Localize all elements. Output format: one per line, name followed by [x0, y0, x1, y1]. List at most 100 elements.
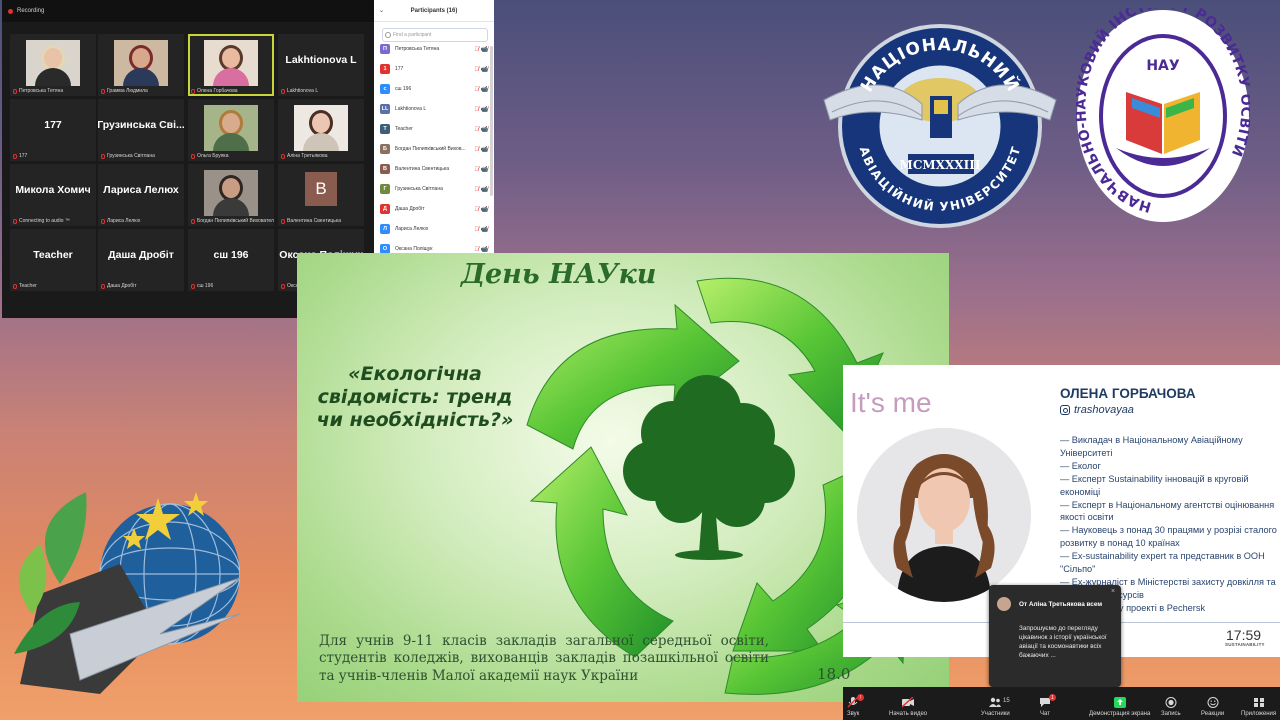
video-tile[interactable]: Аліна Третьякова [278, 99, 364, 161]
tile-label-text: Teacher [19, 283, 37, 289]
control-chat[interactable]: 1 Чат [1039, 687, 1056, 720]
chat-icon: 1 [1039, 694, 1056, 708]
close-icon[interactable]: × [1111, 588, 1115, 595]
tile-label: Connecting to audio ™ [13, 218, 70, 224]
muted-mic-video-icon: 🎙̸ 📹̸ [474, 226, 488, 233]
video-tile[interactable]: Даша Дробіт Даша Дробіт [98, 229, 184, 291]
participant-name: Teacher [395, 126, 413, 132]
control-label: Звук [847, 711, 860, 717]
video-tile[interactable]: Ольга Бруяка [188, 99, 274, 161]
tile-label-text: Петровська Тетяна [19, 88, 64, 94]
control-record[interactable]: Запись [1161, 687, 1181, 720]
muted-mic-video-icon: 🎙̸ 📹̸ [474, 206, 488, 213]
nau-emblem-logo: MCMXXXIII НАЦІОНАЛЬНИЙ АВІАЦІЙНИЙ УНІВЕР… [823, 24, 1057, 228]
apps-icon [1253, 697, 1265, 708]
muted-mic-video-icon: 🎙̸ 📹̸ [474, 166, 488, 173]
chat-notification[interactable]: От Аліна Третьякова всем × Запрошуємо до… [989, 585, 1121, 687]
participants-scrollbar[interactable] [490, 46, 493, 196]
participant-row[interactable]: Г Грузинська Світлана 🎙̸ 📹̸ [380, 180, 488, 198]
tile-label-text: Богдан Пилипківський Вихователь [197, 218, 274, 224]
tile-label: Аліна Третьякова [281, 153, 327, 159]
video-tile[interactable]: Грузинська Сві... Грузинська Світлана [98, 99, 184, 161]
presenter-portrait-graphic [857, 428, 1031, 602]
recording-icon [8, 8, 13, 14]
control-label: Участники [981, 711, 1010, 717]
slide-question: «Екологічна свідомість: тренд чи необхід… [316, 363, 514, 431]
video-tile[interactable]: сш 196 сш 196 [188, 229, 274, 291]
participant-row[interactable]: Б Богдан Пилипківський Вихов... 🎙̸ 📹̸ [380, 140, 488, 158]
bio-item: — Науковець з понад 30 працями у розрізі… [1060, 525, 1277, 549]
participant-row[interactable]: T Teacher 🎙̸ 📹̸ [380, 120, 488, 138]
control-reactions[interactable]: Реакции [1201, 687, 1224, 720]
participant-avatar: П [380, 44, 390, 54]
slide-audience-text: Для учнів 9-11 класів закладів загальної… [319, 633, 769, 684]
presenter-handle-text: trashovayaa [1074, 404, 1134, 416]
search-icon [385, 32, 391, 38]
participant-row[interactable]: В Валентина Свентицька 🎙̸ 📹̸ [380, 160, 488, 178]
slide-brand: SUSTAINABILITY [1225, 642, 1265, 647]
tile-label-text: сш 196 [197, 283, 214, 289]
participant-video [204, 40, 258, 86]
video-tile[interactable]: Богдан Пилипківський Вихователь [188, 164, 274, 226]
participant-video [204, 170, 258, 216]
control-video-off[interactable]: Начать видео [889, 687, 927, 720]
participant-avatar: 1 [380, 64, 390, 74]
mic-off-icon [281, 153, 285, 159]
control-apps[interactable]: Приложения [1241, 687, 1276, 720]
participant-name: Валентина Свентицька [395, 166, 449, 172]
muted-mic-video-icon: 🎙̸ 📹̸ [474, 126, 488, 133]
video-tile[interactable]: 177 177 [10, 99, 96, 161]
mic-off-icon [13, 153, 17, 159]
chat-sender-avatar [997, 597, 1011, 611]
tile-label: Lakhtionova L [281, 88, 318, 94]
participant-avatar: B [305, 172, 337, 206]
tile-participant-name: Lakhtionova L [285, 54, 357, 66]
mic-off-icon [101, 88, 105, 94]
control-label: Демонстрация экрана [1089, 711, 1151, 717]
participant-row[interactable]: Л Лариса Лелюх 🎙̸ 📹̸ [380, 220, 488, 238]
control-participants[interactable]: 15 Участники [981, 687, 1010, 720]
tile-label-text: 177 [19, 153, 28, 159]
tile-participant-name: Лариса Лелюх [103, 184, 179, 196]
bio-item: — Еколог [1060, 460, 1101, 471]
presenter-heading: It's me [850, 387, 932, 418]
muted-mic-video-icon: 🎙̸ 📹̸ [474, 186, 488, 193]
reactions-icon [1207, 697, 1219, 708]
mic-off-icon [281, 218, 285, 224]
participant-avatar: с [380, 84, 390, 94]
participant-row[interactable]: П Петровська Тетяна 🎙̸ 📹̸ [380, 40, 488, 58]
mic-off-icon [191, 283, 195, 289]
video-tile[interactable]: Грамма Людмила [98, 34, 184, 96]
video-tile[interactable]: Teacher Teacher [10, 229, 96, 291]
video-tile[interactable]: Микола Хомич Connecting to audio ™ [10, 164, 96, 226]
video-tile[interactable]: Лариса Лелюх Лариса Лелюх [98, 164, 184, 226]
video-tile[interactable]: Lakhtionova L Lakhtionova L [278, 34, 364, 96]
bio-item: — Ex-sustainability expert та представни… [1060, 551, 1265, 575]
control-mic-off[interactable]: ! Звук [847, 687, 865, 720]
collapse-chevron-icon[interactable]: ⌄ [379, 7, 384, 14]
slide-clock: 17:59 [1226, 627, 1262, 643]
presenter-handle: trashovayaa [1060, 404, 1134, 416]
tile-label: Лариса Лелюх [101, 218, 140, 224]
video-tile[interactable]: B Валентина Свентицька [278, 164, 364, 226]
mic-off-icon [101, 153, 105, 159]
participant-avatar: Д [380, 204, 390, 214]
mic-off-icon [13, 218, 17, 224]
muted-mic-video-icon: 🎙̸ 📹̸ [474, 86, 488, 93]
video-tile[interactable]: Олена Горбачова [188, 34, 274, 96]
tile-label: Ольга Бруяка [191, 153, 228, 159]
slide-date: 18.0 [817, 665, 851, 683]
mic-off-icon [191, 153, 195, 159]
control-share-screen[interactable]: Демонстрация экрана [1089, 687, 1150, 720]
muted-mic-video-icon: 🎙̸ 📹̸ [474, 106, 488, 113]
participant-name: Даша Дробіт [395, 206, 425, 212]
tile-participant-name: Грузинська Сві... [98, 119, 184, 131]
mic-off-icon [101, 218, 105, 224]
participant-row[interactable]: Д Даша Дробіт 🎙̸ 📹̸ [380, 200, 488, 218]
participant-row[interactable]: LL Lakhtionova L 🎙̸ 📹̸ [380, 100, 488, 118]
control-label: Запись [1161, 711, 1181, 717]
participant-row[interactable]: с сш 196 🎙̸ 📹̸ [380, 80, 488, 98]
video-tile[interactable]: Петровська Тетяна [10, 34, 96, 96]
participant-video [26, 40, 80, 86]
participant-row[interactable]: 1 177 🎙̸ 📹̸ [380, 60, 488, 78]
